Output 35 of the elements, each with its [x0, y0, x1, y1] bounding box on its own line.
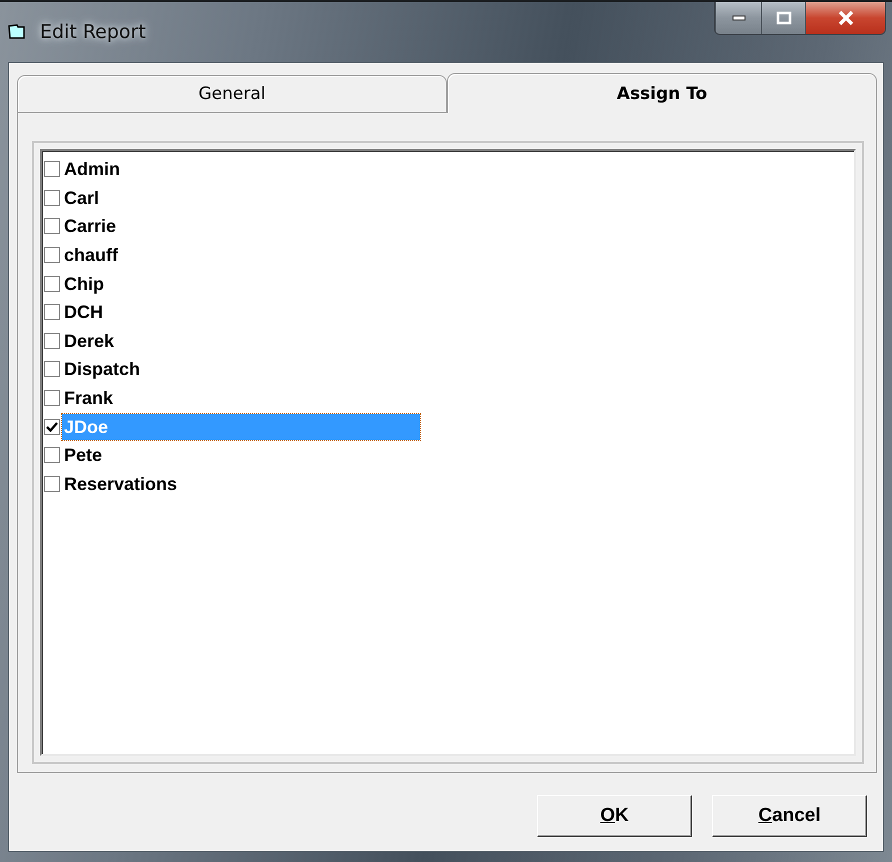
- list-item[interactable]: Admin: [62, 156, 122, 182]
- checkbox[interactable]: [44, 476, 60, 492]
- window-title: Edit Report: [40, 21, 146, 43]
- checkbox[interactable]: [44, 418, 60, 435]
- checkbox[interactable]: [44, 304, 60, 320]
- list-item[interactable]: chauff: [62, 242, 120, 268]
- list-item[interactable]: Dispatch: [62, 356, 142, 382]
- window-icon: [8, 24, 26, 40]
- close-icon: [836, 10, 854, 26]
- ok-button[interactable]: OK: [537, 795, 692, 837]
- list-item[interactable]: Derek: [62, 328, 116, 354]
- list-item[interactable]: DCH: [62, 299, 105, 326]
- tab[interactable]: Assign To: [447, 73, 877, 113]
- checkbox[interactable]: [44, 361, 60, 378]
- checkbox[interactable]: [44, 332, 60, 349]
- checkbox[interactable]: [44, 276, 60, 292]
- cancel-button[interactable]: Cancel: [712, 795, 867, 837]
- list-item[interactable]: Frank: [62, 385, 116, 412]
- checkbox[interactable]: [44, 390, 60, 406]
- list-item[interactable]: Reservations: [62, 470, 180, 497]
- checkbox[interactable]: [44, 161, 60, 178]
- maximize-button[interactable]: [761, 2, 805, 34]
- checkbox[interactable]: [44, 447, 60, 464]
- tab[interactable]: General: [17, 75, 447, 113]
- maximize-icon: [776, 11, 792, 25]
- list-item[interactable]: Carl: [62, 184, 102, 211]
- list-item[interactable]: Chip: [62, 270, 106, 297]
- checkbox[interactable]: [44, 247, 60, 264]
- list-item[interactable]: Carrie: [62, 213, 118, 240]
- minimize-button[interactable]: [715, 2, 761, 34]
- list-item[interactable]: Pete: [62, 442, 104, 468]
- checkbox[interactable]: [44, 190, 60, 206]
- minimize-icon: [732, 15, 746, 21]
- checkbox[interactable]: [44, 218, 60, 234]
- close-button[interactable]: [805, 2, 885, 34]
